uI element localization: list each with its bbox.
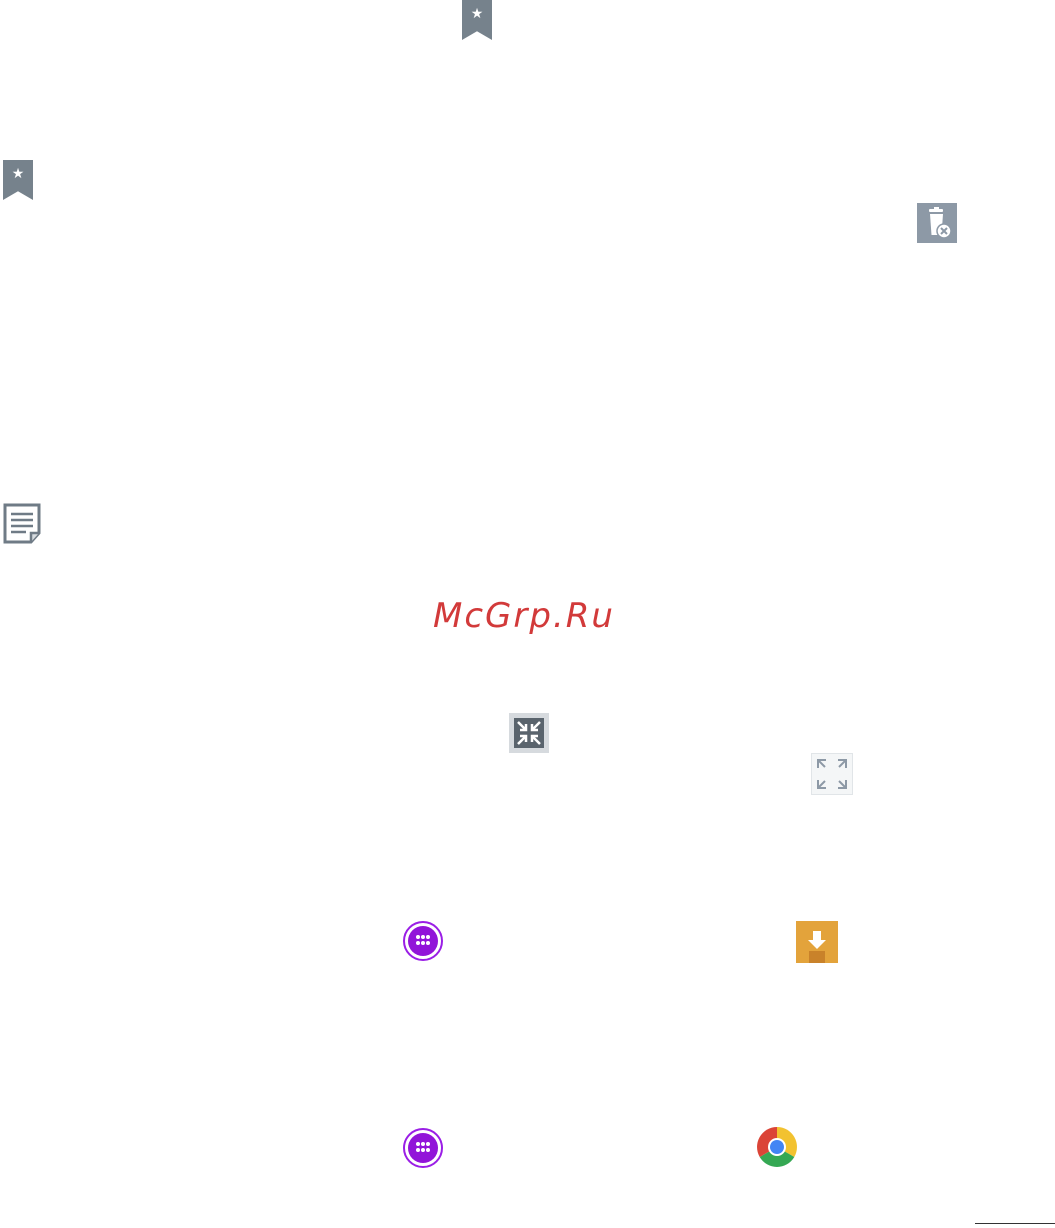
apps-icon xyxy=(403,1128,443,1168)
apps-icon xyxy=(403,921,443,961)
bookmark-icon: ★ xyxy=(3,160,33,200)
expand-view-icon xyxy=(811,753,853,795)
page-footer-rule xyxy=(975,1223,1055,1224)
memo-icon xyxy=(2,503,44,545)
delete-bookmark-icon xyxy=(917,203,957,243)
reduce-view-icon xyxy=(509,713,549,753)
downloads-icon xyxy=(796,921,838,963)
star-icon: ★ xyxy=(11,166,25,182)
watermark-text: McGrp.Ru xyxy=(433,596,615,636)
star-icon: ★ xyxy=(470,6,484,22)
chrome-icon xyxy=(756,1126,798,1168)
bookmark-icon: ★ xyxy=(462,0,492,40)
trash-icon xyxy=(929,207,952,239)
